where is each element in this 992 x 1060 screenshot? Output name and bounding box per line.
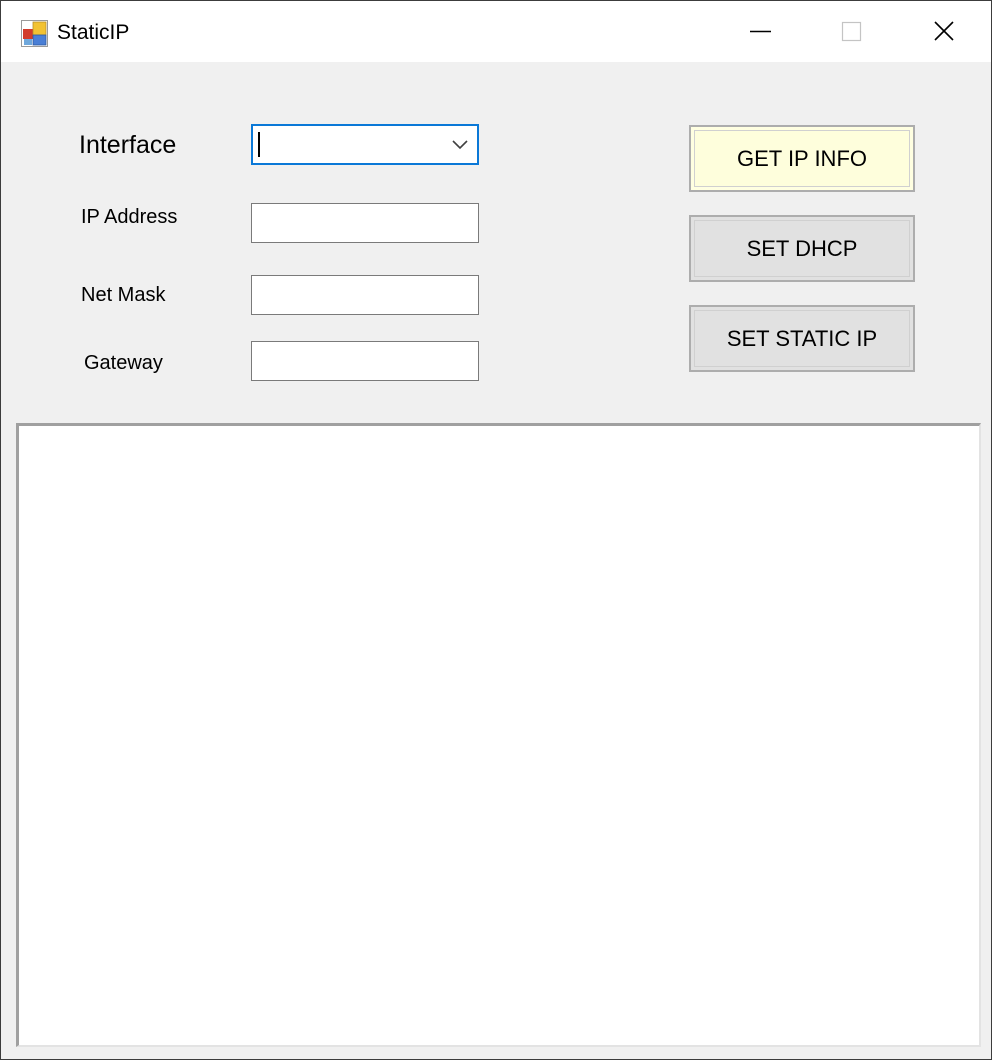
interface-label: Interface [79,131,177,159]
window-title: StaticIP [57,21,130,44]
ip-address-label: IP Address [81,206,178,228]
maximize-button[interactable] [806,1,898,62]
staticip-window: StaticIP Interface IP Address Net Mask G… [0,0,992,1060]
minimize-button[interactable] [714,1,806,62]
net-mask-label: Net Mask [81,284,166,306]
net-mask-field[interactable] [251,275,479,315]
minimize-icon [750,30,771,33]
interface-dropdown[interactable] [251,124,479,165]
get-ip-info-label: GET IP INFO [737,145,867,171]
text-caret [258,132,260,157]
set-static-ip-label: SET STATIC IP [726,325,878,351]
title-bar[interactable]: StaticIP [1,1,991,62]
gateway-label: Gateway [84,352,163,374]
close-button[interactable] [898,1,990,62]
gateway-field[interactable] [251,341,479,381]
close-icon [934,21,954,41]
get-ip-info-button[interactable]: GET IP INFO [689,125,915,192]
set-static-ip-button[interactable]: SET STATIC IP [689,305,915,372]
ip-address-field[interactable] [251,203,479,243]
output-textbox[interactable] [16,423,981,1047]
maximize-icon [841,21,862,42]
app-icon [21,20,48,47]
set-dhcp-button[interactable]: SET DHCP [689,215,915,282]
set-dhcp-label: SET DHCP [746,235,858,261]
chevron-down-icon[interactable] [451,137,469,151]
